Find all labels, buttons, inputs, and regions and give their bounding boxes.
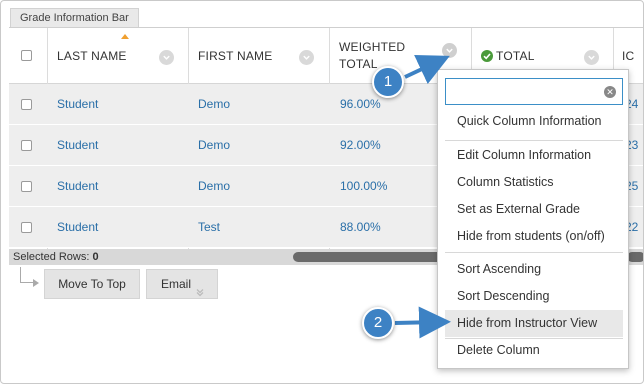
column-context-menu: ✕ Quick Column Information Edit Column I… [437, 69, 629, 369]
first-name-header[interactable]: FIRST NAME [198, 48, 272, 65]
email-button[interactable]: Email [146, 269, 218, 299]
chevron-down-icon[interactable] [442, 43, 457, 58]
chevron-down-icon[interactable] [159, 50, 174, 65]
email-button-label: Email [161, 277, 192, 291]
menu-search-input[interactable]: ✕ [445, 78, 623, 105]
grade-information-bar-tab[interactable]: Grade Information Bar [10, 8, 139, 27]
weighted-total-header-line1[interactable]: WEIGHTED [339, 39, 405, 56]
menu-separator [445, 140, 623, 141]
chevron-down-icon[interactable] [299, 50, 314, 65]
first-name-cell[interactable]: Demo [198, 125, 230, 166]
menu-item-set-as-external-grade[interactable]: Set as External Grade [445, 196, 623, 223]
select-all-checkbox[interactable] [21, 50, 32, 61]
check-circle-icon [481, 50, 493, 62]
window-frame: Grade Information Bar LAST NAME FIRST NA… [0, 0, 644, 384]
last-name-cell[interactable]: Student [57, 207, 98, 248]
menu-item-delete-column[interactable]: Delete Column [445, 337, 623, 364]
selected-rows-count: 0 [92, 251, 99, 263]
row-checkbox[interactable] [21, 99, 32, 110]
connector-arrow-icon [33, 279, 39, 287]
weighted-total-header-line2[interactable]: TOTAL [339, 56, 378, 73]
menu-item-column-statistics[interactable]: Column Statistics [445, 169, 623, 196]
menu-item-hide-from-students[interactable]: Hide from students (on/off) [445, 223, 623, 250]
last-name-cell[interactable]: Student [57, 84, 98, 125]
menu-item-edit-column-information[interactable]: Edit Column Information [445, 142, 623, 169]
partial-column-header[interactable]: IC [622, 48, 634, 65]
last-name-cell[interactable]: Student [57, 125, 98, 166]
menu-separator [445, 252, 623, 253]
chevron-down-icon[interactable] [584, 50, 599, 65]
row-checkbox[interactable] [21, 222, 32, 233]
clear-icon[interactable]: ✕ [604, 86, 616, 98]
row-checkbox[interactable] [21, 181, 32, 192]
chevron-down-icon [195, 279, 205, 307]
total-header[interactable]: TOTAL [496, 48, 535, 65]
callout-badge-2: 2 [362, 307, 394, 339]
menu-item-hide-from-instructor-view[interactable]: Hide from Instructor View [445, 310, 623, 337]
first-name-cell[interactable]: Demo [198, 166, 230, 207]
row-checkbox[interactable] [21, 140, 32, 151]
horizontal-scrollbar-thumb[interactable] [293, 252, 445, 262]
weighted-total-cell[interactable]: 92.00% [340, 125, 381, 166]
scrollbar-end[interactable] [627, 252, 643, 262]
weighted-total-cell[interactable]: 88.00% [340, 207, 381, 248]
callout-badge-1: 1 [372, 66, 404, 98]
menu-item-quick-column-information[interactable]: Quick Column Information [445, 108, 623, 135]
action-connector-line [20, 267, 34, 283]
selected-rows-label: Selected Rows: [13, 251, 90, 263]
menu-item-sort-descending[interactable]: Sort Descending [445, 283, 623, 310]
first-name-cell[interactable]: Test [198, 207, 220, 248]
weighted-total-cell[interactable]: 100.00% [340, 166, 387, 207]
callout-2-arrow [394, 306, 451, 339]
last-name-cell[interactable]: Student [57, 166, 98, 207]
last-name-header[interactable]: LAST NAME [57, 48, 127, 65]
menu-item-sort-ascending[interactable]: Sort Ascending [445, 256, 623, 283]
move-to-top-button[interactable]: Move To Top [44, 269, 140, 299]
first-name-cell[interactable]: Demo [198, 84, 230, 125]
